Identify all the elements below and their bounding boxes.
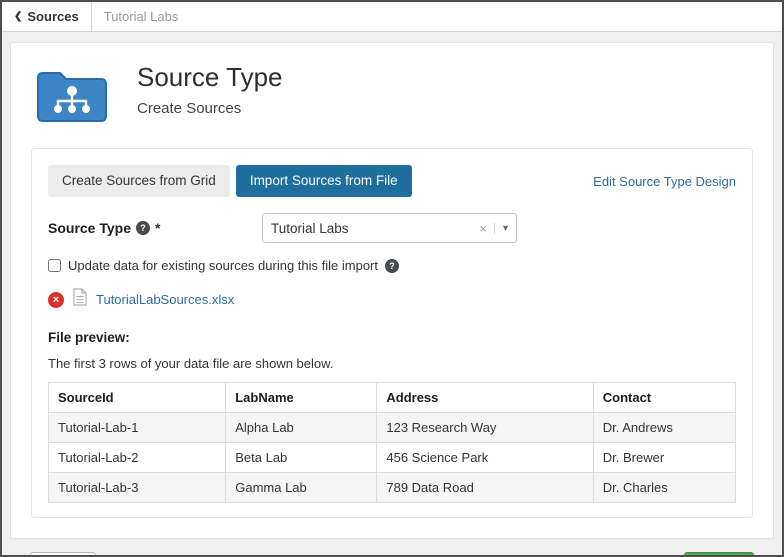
cell-sourceid: Tutorial-Lab-3 bbox=[49, 473, 226, 503]
required-asterisk: * bbox=[155, 220, 160, 236]
file-preview-description: The first 3 rows of your data file are s… bbox=[48, 356, 736, 371]
source-type-label: Source Type ? * bbox=[48, 220, 262, 236]
page-subtitle: Create Sources bbox=[137, 100, 283, 117]
cell-address: 456 Science Park bbox=[377, 443, 593, 473]
source-type-field-row: Source Type ? * Tutorial Labs × ▾ bbox=[48, 213, 736, 243]
breadcrumb: ❮ Sources Tutorial Labs bbox=[2, 2, 782, 32]
update-existing-label: Update data for existing sources during … bbox=[68, 258, 378, 273]
chevron-left-icon: ❮ bbox=[14, 11, 22, 22]
source-type-card: Source Type Create Sources Create Source… bbox=[10, 42, 774, 539]
column-header-labname: LabName bbox=[226, 383, 377, 413]
back-button-label: Sources bbox=[27, 9, 78, 24]
import-button[interactable]: Import bbox=[684, 552, 754, 557]
tab-create-sources-from-grid[interactable]: Create Sources from Grid bbox=[48, 165, 230, 197]
uploaded-file-row: × TutorialLabSources.xlsx bbox=[48, 288, 736, 311]
import-panel: Create Sources from Grid Import Sources … bbox=[31, 148, 753, 518]
column-header-sourceid: SourceId bbox=[49, 383, 226, 413]
uploaded-file-link[interactable]: TutorialLabSources.xlsx bbox=[96, 292, 234, 307]
file-preview-heading: File preview: bbox=[48, 330, 736, 345]
back-to-sources-button[interactable]: ❮ Sources bbox=[2, 2, 92, 31]
table-row: Tutorial-Lab-2 Beta Lab 456 Science Park… bbox=[49, 443, 736, 473]
app-window: ❮ Sources Tutorial Labs bbox=[0, 0, 784, 557]
source-type-folder-icon bbox=[33, 61, 111, 134]
table-row: Tutorial-Lab-1 Alpha Lab 123 Research Wa… bbox=[49, 413, 736, 443]
cell-contact: Dr. Brewer bbox=[593, 443, 735, 473]
header-text: Source Type Create Sources bbox=[137, 61, 283, 117]
card-header: Source Type Create Sources bbox=[11, 43, 773, 138]
source-type-selected-value: Tutorial Labs bbox=[271, 221, 349, 236]
cell-labname: Beta Lab bbox=[226, 443, 377, 473]
chevron-down-icon[interactable]: ▾ bbox=[494, 223, 508, 234]
help-icon[interactable]: ? bbox=[136, 221, 150, 235]
cell-labname: Alpha Lab bbox=[226, 413, 377, 443]
source-type-label-text: Source Type bbox=[48, 220, 131, 236]
cell-contact: Dr. Andrews bbox=[593, 413, 735, 443]
edit-source-type-design-link[interactable]: Edit Source Type Design bbox=[593, 174, 736, 189]
column-header-contact: Contact bbox=[593, 383, 735, 413]
clear-selection-icon[interactable]: × bbox=[472, 221, 494, 236]
remove-file-icon[interactable]: × bbox=[48, 292, 64, 308]
cell-address: 123 Research Way bbox=[377, 413, 593, 443]
tab-import-sources-from-file[interactable]: Import Sources from File bbox=[236, 165, 412, 197]
footer-actions: Cancel Import bbox=[10, 539, 774, 557]
cell-sourceid: Tutorial-Lab-2 bbox=[49, 443, 226, 473]
source-type-select[interactable]: Tutorial Labs × ▾ bbox=[262, 213, 517, 243]
cell-contact: Dr. Charles bbox=[593, 473, 735, 503]
file-preview-table: SourceId LabName Address Contact Tutoria… bbox=[48, 382, 736, 503]
file-document-icon bbox=[73, 288, 87, 311]
cell-address: 789 Data Road bbox=[377, 473, 593, 503]
mode-tabs: Create Sources from Grid Import Sources … bbox=[48, 165, 736, 197]
cell-sourceid: Tutorial-Lab-1 bbox=[49, 413, 226, 443]
column-header-address: Address bbox=[377, 383, 593, 413]
update-existing-checkbox-row: Update data for existing sources during … bbox=[48, 258, 736, 273]
page-content: Source Type Create Sources Create Source… bbox=[2, 32, 782, 557]
cancel-button[interactable]: Cancel bbox=[30, 552, 96, 557]
help-icon[interactable]: ? bbox=[385, 259, 399, 273]
update-existing-checkbox[interactable] bbox=[48, 259, 61, 272]
table-row: Tutorial-Lab-3 Gamma Lab 789 Data Road D… bbox=[49, 473, 736, 503]
table-header-row: SourceId LabName Address Contact bbox=[49, 383, 736, 413]
breadcrumb-current: Tutorial Labs bbox=[92, 2, 191, 31]
cell-labname: Gamma Lab bbox=[226, 473, 377, 503]
page-title: Source Type bbox=[137, 63, 283, 93]
